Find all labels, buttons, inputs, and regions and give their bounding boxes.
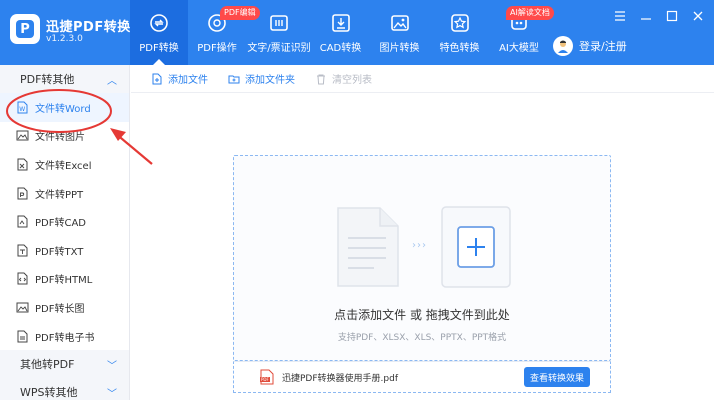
manual-file-row: PDF 迅捷PDF转换器使用手册.pdf 查看转换效果 [233, 361, 611, 393]
sidebar-item-excel[interactable]: 文件转Excel [0, 150, 129, 179]
app-version: v1.2.3.0 [46, 34, 83, 44]
chevron-down-icon: ﹀ [107, 360, 117, 372]
sidebar-item-ebook[interactable]: PDF转电子书 [0, 322, 129, 351]
sidebar-group-wps[interactable]: WPS转其他 ﹀ [0, 378, 129, 400]
sidebar-item-label: 文件转Word [35, 103, 91, 115]
app-logo: P [10, 14, 40, 44]
sidebar-item-label: 文件转图片 [35, 132, 85, 144]
arrows-icon: ››› [412, 240, 427, 251]
ebook-icon [17, 330, 28, 343]
window-controls [610, 8, 708, 24]
app-window: P 迅捷PDF转换器 v1.2.3.0 PDF转换 PDF操作 PDF编辑 文字… [0, 0, 714, 400]
manual-file-name[interactable]: 迅捷PDF转换器使用手册.pdf [282, 371, 524, 384]
trash-icon [317, 74, 325, 84]
sidebar-group-label: WPS转其他 [20, 386, 78, 400]
close-button[interactable] [688, 8, 708, 24]
avatar [553, 36, 573, 56]
chevron-down-icon: ﹀ [107, 388, 117, 400]
tab-label: PDF操作 [197, 43, 237, 54]
pdf-convert-icon [150, 14, 168, 32]
tab-ocr[interactable]: 文字/票证识别 [246, 0, 312, 65]
pdf-file-icon: PDF [260, 369, 274, 385]
ocr-icon [270, 15, 288, 31]
sidebar-item-ppt[interactable]: 文件转PPT [0, 179, 129, 208]
view-effect-button[interactable]: 查看转换效果 [523, 367, 590, 387]
toolbar: 添加文件 添加文件夹 清空列表 [131, 65, 714, 93]
tab-special[interactable]: 特色转换 [432, 0, 487, 65]
document-illustration-icon [337, 207, 399, 287]
tab-pdf-convert[interactable]: PDF转换 [130, 0, 188, 65]
ppt-file-icon [17, 187, 28, 200]
menu-button[interactable] [610, 8, 630, 24]
sidebar-item-label: 文件转Excel [35, 160, 92, 172]
close-icon [693, 11, 703, 21]
sidebar-item-label: 文件转PPT [35, 189, 84, 201]
txt-file-icon [17, 244, 28, 257]
sidebar-item-label: PDF转CAD [35, 218, 87, 230]
sidebar-item-cad[interactable]: PDF转CAD [0, 207, 129, 236]
tab-label: 文字/票证识别 [247, 43, 311, 54]
tab-label: 特色转换 [439, 43, 480, 54]
add-folder-label: 添加文件夹 [245, 75, 295, 86]
sidebar-item-label: PDF转电子书 [35, 332, 95, 344]
add-file-icon [152, 73, 162, 84]
sidebar-group-other-to-pdf[interactable]: 其他转PDF ﹀ [0, 350, 129, 379]
sidebar-item-long-image[interactable]: PDF转长图 [0, 293, 129, 322]
add-file-label: 添加文件 [168, 75, 208, 86]
minimize-button[interactable] [636, 8, 656, 24]
sidebar-item-label: PDF转HTML [35, 275, 93, 287]
logo-letter: P [16, 20, 34, 38]
image-icon [390, 15, 409, 31]
chevron-up-icon: ︿ [107, 75, 117, 87]
minimize-icon [641, 18, 651, 20]
sidebar-group-label: 其他转PDF [20, 358, 75, 372]
word-file-icon: W [17, 101, 28, 114]
plus-document-icon [441, 206, 511, 288]
star-icon [450, 14, 469, 32]
sidebar-item-html[interactable]: PDF转HTML [0, 265, 129, 294]
login-button[interactable]: 登录/注册 [553, 36, 627, 56]
login-label: 登录/注册 [579, 40, 627, 53]
tab-image[interactable]: 图片转换 [372, 0, 427, 65]
sidebar-group-label: PDF转其他 [20, 73, 75, 86]
drop-zone-supported-formats: 支持PDF、XLSX、XLS、PPTX、PPT格式 [337, 333, 507, 343]
sidebar: PDF转其他 ︿ W 文件转Word 文件转图片 文件转Excel 文件转PPT… [0, 65, 130, 400]
long-image-icon [16, 302, 29, 313]
sidebar-item-word[interactable]: W 文件转Word [0, 93, 129, 122]
sidebar-group-pdf-to-other[interactable]: PDF转其他 ︿ [0, 65, 129, 93]
tab-label: AI大模型 [499, 43, 539, 54]
tab-label: PDF转换 [139, 43, 179, 54]
add-folder-icon [228, 75, 240, 83]
cad-icon [331, 14, 350, 32]
sidebar-item-label: PDF转TXT [35, 246, 84, 258]
tab-label: 图片转换 [379, 43, 420, 54]
excel-file-icon [17, 158, 28, 171]
svg-text:W: W [19, 106, 25, 113]
svg-text:PDF: PDF [261, 377, 269, 382]
maximize-icon [666, 10, 678, 22]
tab-cad[interactable]: CAD转换 [313, 0, 368, 65]
cad-file-icon [17, 215, 28, 228]
clear-list-button[interactable]: 清空列表 [315, 71, 372, 86]
file-drop-zone[interactable]: ››› 点击添加文件 或 拖拽文件到此处 支持PDF、XLSX、XLS、PPTX… [233, 155, 611, 361]
sidebar-item-txt[interactable]: PDF转TXT [0, 236, 129, 265]
maximize-button[interactable] [662, 8, 682, 24]
image-file-icon [16, 130, 29, 141]
add-folder-button[interactable]: 添加文件夹 [228, 71, 295, 86]
tab-label: CAD转换 [319, 43, 362, 54]
title-bar: P 迅捷PDF转换器 v1.2.3.0 PDF转换 PDF操作 PDF编辑 文字… [0, 0, 714, 65]
user-icon [558, 40, 568, 53]
ai-doc-badge: AI解读文档 [506, 6, 554, 20]
html-file-icon [17, 272, 28, 285]
menu-icon [615, 11, 625, 21]
drop-zone-title: 点击添加文件 或 拖拽文件到此处 [334, 308, 510, 322]
clear-list-label: 清空列表 [332, 75, 372, 86]
sidebar-item-image[interactable]: 文件转图片 [0, 122, 129, 151]
add-file-button[interactable]: 添加文件 [151, 71, 208, 86]
sidebar-item-label: PDF转长图 [35, 303, 85, 315]
